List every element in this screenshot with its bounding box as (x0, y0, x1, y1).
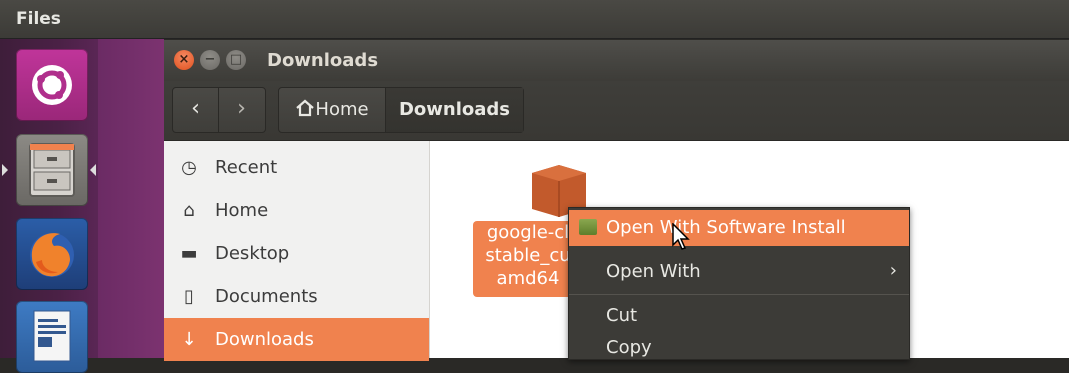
file-name-line: amd64 (496, 268, 560, 289)
path-home-button[interactable]: Home (279, 88, 386, 132)
libreoffice-writer-icon (33, 310, 71, 362)
back-button[interactable]: ‹ (173, 88, 219, 132)
software-install-icon (579, 219, 597, 235)
launcher-writer-button[interactable] (16, 301, 88, 373)
menu-item-label: Open With Software Install (606, 217, 846, 238)
sidebar-item-label: Documents (215, 286, 318, 307)
navigation-group: ‹ › (172, 87, 266, 133)
home-icon: ⌂ (183, 200, 195, 221)
close-button[interactable]: × (174, 50, 194, 70)
path-home-label: Home (315, 99, 369, 120)
context-menu: Open With Software Install Open With › C… (568, 207, 910, 360)
menu-separator (569, 294, 909, 295)
menu-item-copy[interactable]: Copy (569, 330, 909, 366)
forward-button[interactable]: › (219, 88, 264, 132)
document-icon: ▯ (184, 286, 194, 307)
file-name-line: google-cl (486, 222, 570, 243)
file-name-label[interactable]: google-cl stable_cu amd64 (473, 221, 583, 297)
sidebar-item-recent[interactable]: ◷ Recent (164, 146, 429, 189)
window-title: Downloads (267, 50, 379, 71)
home-icon (296, 99, 315, 117)
menu-item-label: Open With (606, 261, 701, 282)
maximize-button[interactable]: □ (226, 50, 246, 70)
menu-item-label: Copy (606, 337, 652, 358)
sidebar-item-label: Desktop (215, 243, 290, 264)
sidebar-item-label: Home (215, 200, 269, 221)
launcher-background (98, 39, 164, 358)
sidebar-item-home[interactable]: ⌂ Home (164, 189, 429, 232)
focused-indicator-icon (90, 164, 96, 176)
mouse-cursor-icon (672, 223, 690, 250)
path-bar: Home Downloads (278, 87, 524, 133)
file-name-line: stable_cu (485, 245, 571, 266)
menu-item-cut[interactable]: Cut (569, 298, 909, 334)
top-panel: Files (0, 0, 1069, 39)
chevron-right-icon: › (889, 260, 897, 281)
path-downloads-button[interactable]: Downloads (386, 88, 523, 132)
sidebar-item-label: Recent (215, 157, 278, 178)
minimize-button[interactable]: − (200, 50, 220, 70)
launcher-ubuntu-button[interactable] (16, 49, 88, 121)
menu-item-open-with-software-install[interactable]: Open With Software Install (569, 210, 909, 246)
sidebar-item-downloads[interactable]: ↓ Downloads (164, 318, 429, 361)
sidebar-item-label: Downloads (215, 329, 314, 350)
app-title: Files (16, 9, 61, 29)
file-cabinet-icon (29, 143, 75, 197)
sidebar-item-documents[interactable]: ▯ Documents (164, 275, 429, 318)
download-icon: ↓ (181, 329, 197, 350)
folder-icon: ▬ (180, 243, 198, 264)
sidebar: ◷ Recent ⌂ Home ▬ Desktop ▯ Documents ↓ … (164, 141, 430, 361)
sidebar-item-desktop[interactable]: ▬ Desktop (164, 232, 429, 275)
launcher-files-button[interactable] (16, 134, 88, 206)
menu-item-label: Cut (606, 305, 638, 326)
toolbar: ‹ › Home Downloads (164, 81, 1069, 141)
ubuntu-logo-icon (32, 65, 72, 105)
running-indicator-icon (2, 164, 8, 176)
titlebar: × − □ Downloads (164, 40, 1069, 81)
launcher-firefox-button[interactable] (16, 218, 88, 290)
clock-icon: ◷ (181, 157, 197, 178)
menu-item-open-with[interactable]: Open With › (569, 254, 909, 290)
firefox-icon (30, 233, 74, 277)
